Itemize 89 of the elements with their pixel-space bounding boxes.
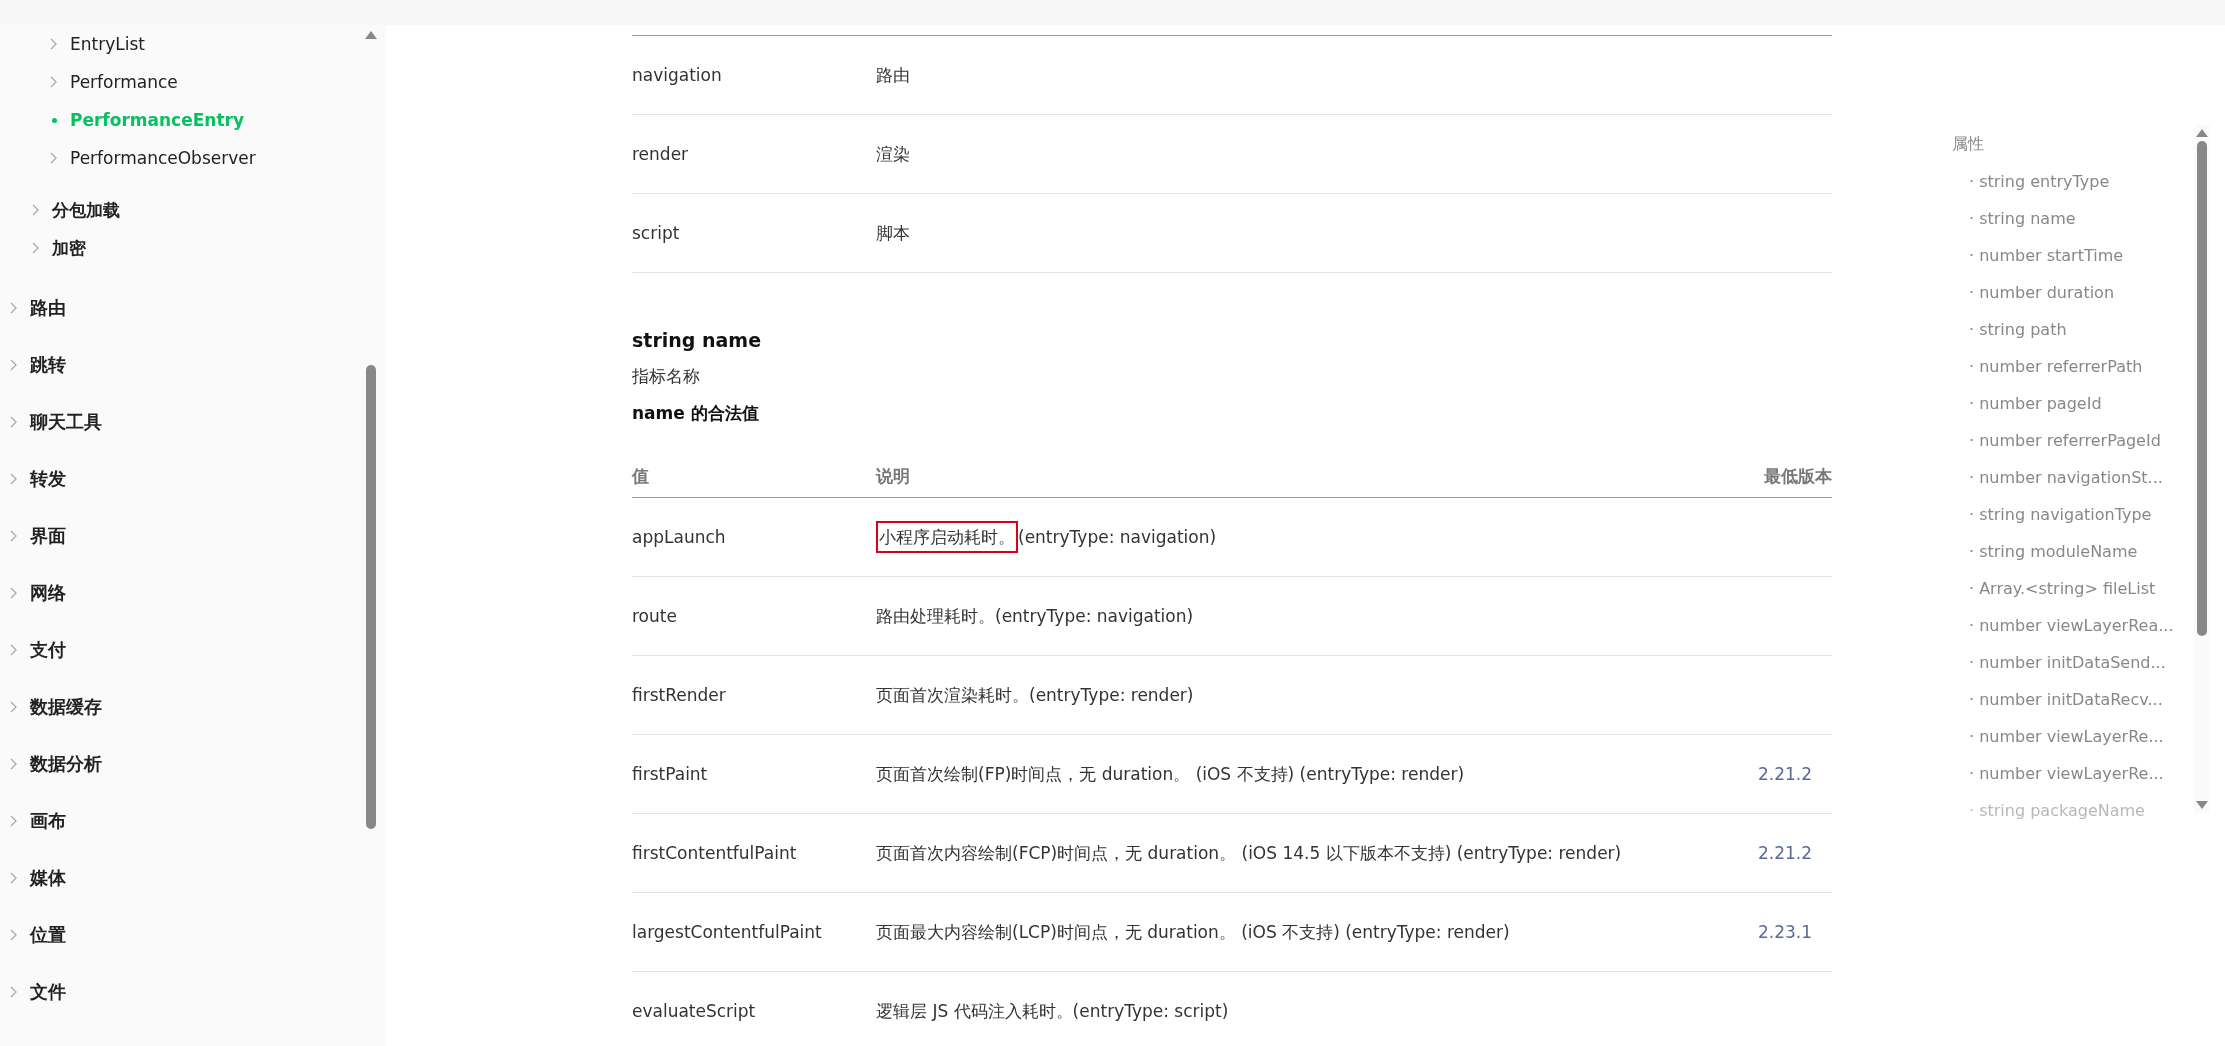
- sidebar-item[interactable]: EntryList: [70, 34, 145, 54]
- scroll-down-icon[interactable]: [2196, 801, 2208, 809]
- chevron-right-icon: [10, 700, 18, 713]
- chevron-right-icon: [10, 472, 18, 485]
- table-cell: 页面首次内容绘制(FCP)时间点，无 duration。 (iOS 14.5 以下版本不支持) (entryType: render): [876, 842, 1622, 863]
- toc-item[interactable]: · number referrerPageId: [1952, 422, 2190, 459]
- chevron-right-icon: [10, 928, 18, 941]
- chevron-right-icon: [10, 301, 18, 314]
- sidebar-item[interactable]: 支付: [30, 637, 66, 662]
- toc-item[interactable]: · string path: [1952, 311, 2190, 348]
- table-cell-text: render: [632, 144, 690, 164]
- sidebar-item[interactable]: 路由: [30, 295, 66, 320]
- section-subtitle: name 的合法值: [632, 402, 760, 425]
- toc-item[interactable]: · string entryType: [1952, 163, 2190, 200]
- chevron-right-icon: [10, 358, 18, 371]
- table-cell: (entryType: navigation): [1018, 526, 1217, 547]
- scrollbar-thumb[interactable]: [366, 365, 376, 829]
- chevron-right-icon: [10, 643, 18, 656]
- chevron-right-icon: [50, 76, 58, 88]
- sidebar-item[interactable]: 位置: [30, 922, 66, 947]
- table-cell-text: route: [632, 606, 678, 626]
- version-link[interactable]: 2.21.2: [1757, 843, 1832, 863]
- chevron-right-icon: [32, 242, 40, 254]
- scroll-up-icon[interactable]: [365, 31, 377, 39]
- scrollbar-thumb[interactable]: [2197, 141, 2207, 636]
- chevron-right-icon: [10, 415, 18, 428]
- table-cell: 页面最大内容绘制(LCP)时间点，无 duration。 (iOS 不支持) (entryType: render): [876, 921, 1510, 942]
- section-heading: string name: [632, 329, 763, 351]
- sidebar-item[interactable]: 聊天工具: [30, 409, 102, 434]
- toc-item[interactable]: · number initDataRecv...: [1952, 681, 2190, 718]
- table-cell-text: largestContentfulPaint: [632, 922, 823, 942]
- table-cell-text: navigation: [632, 65, 723, 85]
- toc-item[interactable]: · string navigationType: [1952, 496, 2190, 533]
- column-header: 最低版本: [1763, 464, 1832, 488]
- chevron-right-icon: [10, 985, 18, 998]
- chevron-right-icon: [50, 38, 58, 50]
- column-header: 值: [632, 464, 650, 488]
- toc-item[interactable]: · number startTime: [1952, 237, 2190, 274]
- sidebar-item[interactable]: 加密: [52, 236, 86, 260]
- chevron-right-icon: [10, 757, 18, 770]
- sidebar-item[interactable]: 转发: [30, 466, 66, 491]
- chevron-right-icon: [10, 586, 18, 599]
- sidebar-item[interactable]: 文件: [30, 979, 66, 1004]
- scroll-up-icon[interactable]: [2196, 129, 2208, 137]
- table-cell-text: firstRender: [632, 685, 727, 705]
- table-cell-text: evaluateScript: [632, 1001, 757, 1021]
- table-cell: 路由处理耗时。(entryType: navigation): [876, 605, 1194, 626]
- toc-title: 属性: [1952, 133, 1985, 155]
- toc-item[interactable]: · string moduleName: [1952, 533, 2190, 570]
- chevron-right-icon: [10, 529, 18, 542]
- sidebar-item[interactable]: 分包加载: [52, 198, 120, 222]
- table-cell-text: script: [632, 223, 681, 243]
- sidebar-item[interactable]: Performance: [70, 72, 178, 92]
- table-cell-text: appLaunch: [632, 527, 727, 547]
- section-description: 指标名称: [632, 365, 701, 388]
- table-cell-text: 渲染: [876, 142, 911, 166]
- toc-item[interactable]: · number pageId: [1952, 385, 2190, 422]
- table-cell-text: firstContentfulPaint: [632, 843, 798, 863]
- chevron-right-icon: [50, 152, 58, 164]
- toc-item[interactable]: · number duration: [1952, 274, 2190, 311]
- chevron-right-icon: [10, 871, 18, 884]
- table-cell-text: 路由: [876, 63, 911, 87]
- column-header: 说明: [876, 464, 911, 488]
- table-cell: 逻辑层 JS 代码注入耗时。(entryType: script): [876, 1000, 1229, 1021]
- sidebar-item[interactable]: 网络: [30, 580, 66, 605]
- table-cell-text: firstPaint: [632, 764, 709, 784]
- version-link[interactable]: 2.21.2: [1757, 764, 1832, 784]
- sidebar-item[interactable]: 数据分析: [30, 751, 102, 776]
- chevron-right-icon: [10, 814, 18, 827]
- table-cell: 页面首次渲染耗时。(entryType: render): [876, 684, 1194, 705]
- table-cell: 页面首次绘制(FP)时间点，无 duration。 (iOS 不支持) (entryType: render): [876, 763, 1465, 784]
- toc-item[interactable]: · number initDataSend...: [1952, 644, 2190, 681]
- sidebar-item[interactable]: 数据缓存: [30, 694, 102, 719]
- toc-item[interactable]: · number viewLayerRea...: [1952, 607, 2190, 644]
- sidebar-item[interactable]: PerformanceObserver: [70, 148, 256, 168]
- toc-item[interactable]: · number viewLayerRe...: [1952, 755, 2190, 792]
- toc-item[interactable]: · string name: [1952, 200, 2190, 237]
- chevron-right-icon: [32, 204, 40, 216]
- toc-item[interactable]: · number navigationSt...: [1952, 459, 2190, 496]
- sidebar-item[interactable]: 画布: [30, 808, 66, 833]
- toc-item[interactable]: · Array.<string> fileList: [1952, 570, 2190, 607]
- version-link[interactable]: 2.23.1: [1757, 922, 1832, 942]
- sidebar-item[interactable]: 界面: [30, 523, 66, 548]
- toc-item[interactable]: · number referrerPath: [1952, 348, 2190, 385]
- highlight-box: 小程序启动耗时。: [876, 520, 1018, 553]
- sidebar-item[interactable]: 跳转: [30, 352, 66, 377]
- toc-item[interactable]: · number viewLayerRe...: [1952, 718, 2190, 755]
- sidebar-item[interactable]: 媒体: [30, 865, 66, 890]
- table-cell-text: 脚本: [876, 221, 911, 245]
